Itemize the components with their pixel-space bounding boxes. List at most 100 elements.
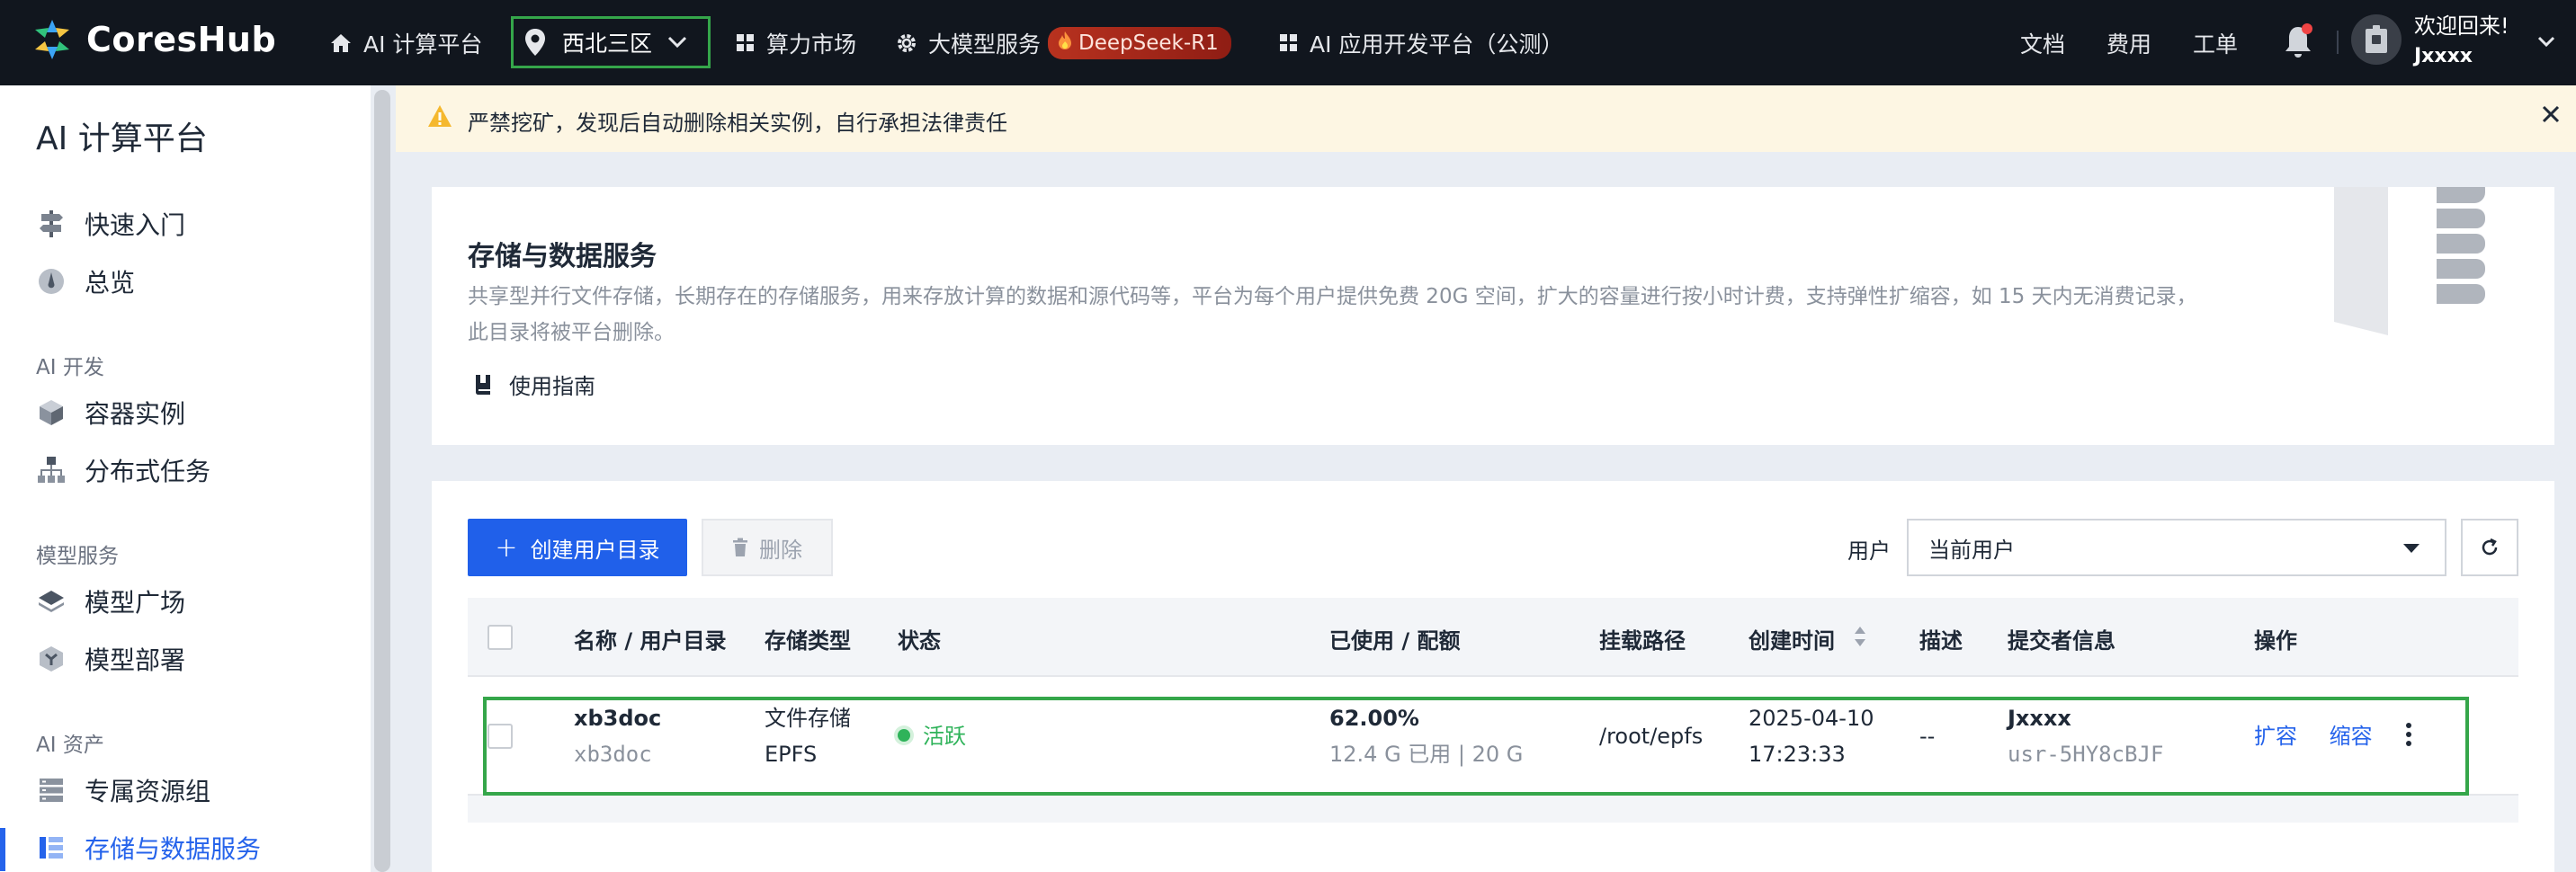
storage-type: 文件存储: [765, 706, 851, 731]
description-line: 共享型并行文件存储，长期存在的存储服务，用来存放计算的数据和源代码等，平台为每个…: [468, 285, 2197, 308]
sidebar-item-label: 快速入门: [85, 210, 186, 240]
storage-illustration-icon: [2325, 187, 2532, 343]
divider: [2337, 31, 2339, 54]
shrink-link[interactable]: 缩容: [2330, 724, 2373, 749]
guide-label: 使用指南: [509, 374, 595, 399]
nav-docs[interactable]: 文档: [2020, 0, 2065, 85]
table-header: 名称 / 用户目录 存储类型 状态 已使用 / 配额 挂载路径 创建时间 描述 …: [468, 598, 2518, 677]
column-header-created[interactable]: 创建时间: [1749, 623, 1835, 654]
user-badge-icon: [2366, 25, 2387, 53]
created-date: 2025-04-10: [1749, 706, 1874, 731]
row-checkbox[interactable]: [487, 724, 513, 749]
sidebar-item-overview[interactable]: 总览: [36, 263, 135, 299]
more-options-icon[interactable]: [2405, 722, 2412, 751]
layers-icon: [36, 586, 67, 617]
usage-percent: 62.00%: [1329, 706, 1419, 731]
column-header-submitter: 提交者信息: [2008, 628, 2115, 654]
cell-actions: 扩容 缩容: [2254, 718, 2373, 754]
user-menu[interactable]: 欢迎回来! Jxxxx: [2414, 11, 2509, 72]
location-pin-icon: [524, 28, 546, 57]
table-row: xb3doc xb3doc 文件存储 EPFS 活跃 62.00% 12.4 G…: [468, 677, 2518, 796]
cell-status: 活跃: [898, 718, 966, 754]
notification-bell-icon[interactable]: [2283, 23, 2313, 63]
hierarchy-icon: [36, 455, 67, 485]
column-header-status: 状态: [898, 628, 941, 654]
grid-icon: [1279, 33, 1299, 53]
delete-button[interactable]: 删除: [702, 519, 833, 576]
hexagon-icon: [36, 644, 67, 674]
cell-submitter: Jxxxx usr-5HY8cBJF: [2008, 700, 2163, 772]
create-user-dir-button[interactable]: + 创建用户目录: [468, 519, 687, 576]
server-icon: [36, 775, 67, 805]
column-header-usage: 已使用 / 配额: [1329, 628, 1461, 654]
caret-down-icon: [2403, 544, 2419, 553]
cell-mount-path: /root/epfs: [1599, 724, 1704, 749]
page-title: 存储与数据服务: [468, 241, 657, 272]
column-header-mount: 挂载路径: [1599, 628, 1686, 654]
username: Jxxxx: [2414, 45, 2473, 67]
user-filter-select[interactable]: 当前用户: [1907, 519, 2446, 576]
storage-info-card: 存储与数据服务 共享型并行文件存储，长期存在的存储服务，用来存放计算的数据和源代…: [432, 187, 2554, 445]
page-description: 共享型并行文件存储，长期存在的存储服务，用来存放计算的数据和源代码等，平台为每个…: [468, 279, 2339, 351]
trash-icon: [732, 538, 748, 557]
sidebar-item-distributed-tasks[interactable]: 分布式任务: [36, 452, 210, 488]
close-icon[interactable]: [2540, 103, 2562, 130]
sidebar-group-ai-dev: AI 开发: [36, 356, 104, 379]
storage-icon: [36, 832, 67, 863]
book-icon: [473, 373, 493, 396]
select-all-checkbox[interactable]: [487, 625, 513, 650]
nav-label: 算力市场: [766, 31, 857, 58]
sidebar-item-model-square[interactable]: 模型广场: [36, 583, 185, 619]
sidebar-item-resource-group[interactable]: 专属资源组: [36, 772, 210, 808]
refresh-icon: [2482, 538, 2498, 556]
sidebar-item-label: 容器实例: [85, 399, 186, 429]
grid-icon: [736, 33, 756, 53]
sidebar-item-storage[interactable]: 存储与数据服务: [36, 830, 261, 866]
chevron-down-icon[interactable]: [2536, 34, 2556, 51]
cell-usage: 62.00% 12.4 G 已用 | 20 G: [1329, 700, 1523, 772]
sidebar-item-model-deploy[interactable]: 模型部署: [36, 641, 185, 677]
nav-label: AI 计算平台: [363, 31, 483, 58]
cell-name: xb3doc xb3doc: [574, 700, 661, 772]
sidebar-group-ai-assets: AI 资产: [36, 734, 104, 757]
sidebar-item-label: 总览: [85, 268, 136, 298]
button-label: 创建用户目录: [530, 537, 660, 563]
nav-llm-service[interactable]: 大模型服务 DeepSeek-R1: [896, 0, 1231, 85]
nav-ai-app-platform[interactable]: AI 应用开发平台（公测）: [1279, 0, 1563, 85]
column-header-desc: 描述: [1919, 628, 1963, 654]
usage-detail: 12.4 G 已用 | 20 G: [1329, 742, 1524, 767]
storage-table-card: + 创建用户目录 删除 用户 当前用户 名称 / 用户目录 存储类型 状态 已使…: [432, 481, 2554, 872]
storage-name[interactable]: xb3doc: [574, 700, 661, 736]
sidebar-item-label: 分布式任务: [85, 457, 211, 486]
cell-type: 文件存储 EPFS: [765, 700, 851, 772]
sidebar-item-label: 专属资源组: [85, 777, 211, 806]
status-dot: [898, 729, 910, 742]
avatar[interactable]: [2351, 14, 2402, 65]
flame-icon: [1057, 31, 1073, 56]
nav-tickets[interactable]: 工单: [2193, 0, 2238, 85]
nav-ai-compute[interactable]: AI 计算平台: [329, 0, 482, 85]
sidebar-item-containers[interactable]: 容器实例: [36, 395, 185, 431]
refresh-button[interactable]: [2461, 519, 2518, 576]
status-badge: 活跃: [923, 724, 966, 749]
brand-name: CoresHub: [86, 20, 277, 59]
gauge-icon: [36, 266, 67, 297]
cell-created: 2025-04-10 17:23:33: [1749, 700, 1874, 772]
sidebar: AI 计算平台 快速入门 总览 AI 开发 容器实例 分布式任务 模型服务 模型…: [0, 85, 371, 872]
sidebar-scrollbar[interactable]: [374, 90, 390, 872]
cube-icon: [36, 397, 67, 428]
plus-icon: +: [495, 531, 518, 564]
sort-icon[interactable]: [1853, 625, 1867, 652]
region-selector[interactable]: 西北三区: [511, 16, 711, 68]
deepseek-badge[interactable]: DeepSeek-R1: [1048, 26, 1231, 59]
expand-link[interactable]: 扩容: [2254, 724, 2297, 749]
usage-guide-link[interactable]: 使用指南: [473, 369, 595, 400]
sidebar-group-model-service: 模型服务: [36, 545, 119, 568]
home-icon: [329, 32, 353, 54]
column-header-type: 存储类型: [765, 628, 851, 654]
submitter-name: Jxxxx: [2008, 706, 2071, 731]
nav-compute-market[interactable]: 算力市场: [736, 0, 856, 85]
brand-logo[interactable]: CoresHub: [29, 16, 276, 63]
nav-billing[interactable]: 费用: [2106, 0, 2151, 85]
sidebar-item-quickstart[interactable]: 快速入门: [36, 206, 185, 242]
